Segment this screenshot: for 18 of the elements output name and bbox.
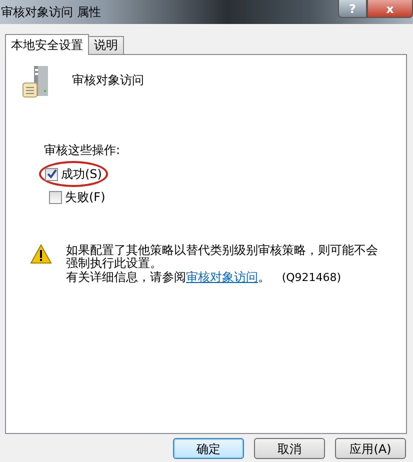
tab[interactable]: 本地安全设置: [5, 34, 89, 55]
help-link[interactable]: 审核对象访问: [186, 270, 258, 284]
audit-label: 审核这些操作:: [44, 142, 122, 159]
dialog-button[interactable]: 取消: [254, 438, 325, 459]
kb-number: (Q921468): [282, 271, 342, 284]
window-title: 审核对象访问 属性: [0, 4, 101, 21]
warning-message: 如果配置了其他策略以替代类别级别审核策略，则可能不会强制执行此设置。: [66, 244, 379, 270]
policy-name: 审核对象访问: [72, 72, 144, 89]
ok-button[interactable]: 确定: [173, 438, 244, 459]
checkbox[interactable]: [45, 168, 58, 180]
warning-icon: [30, 244, 52, 264]
dialog-button[interactable]: 应用(A): [335, 438, 406, 459]
close-button[interactable]: x: [367, 0, 413, 18]
checkbox[interactable]: [49, 190, 62, 204]
checkbox-label[interactable]: 成功(S): [61, 165, 102, 183]
checkbox-label[interactable]: 失败(F): [65, 188, 106, 206]
more-info-text: 有关详细信息，请参阅审核对象访问。: [66, 270, 271, 284]
tab[interactable]: 说明: [88, 36, 124, 54]
